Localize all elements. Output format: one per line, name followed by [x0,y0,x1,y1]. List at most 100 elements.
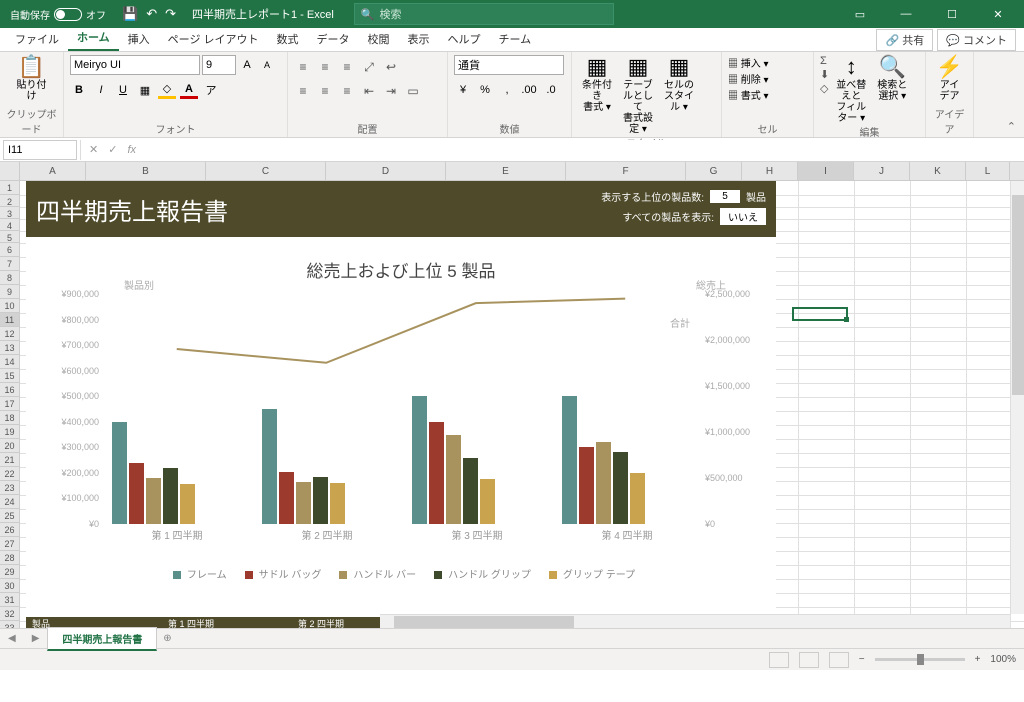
row-header[interactable]: 1 [0,181,19,195]
row-header[interactable]: 21 [0,453,19,467]
row-header[interactable]: 29 [0,565,19,579]
tab-insert[interactable]: 挿入 [119,27,159,51]
indent-decrease-icon[interactable]: ⇤ [360,82,378,100]
chart[interactable]: 総売上および上位 5 製品 製品別 総売上 合計 ¥0¥100,000¥200,… [26,237,776,617]
row-header[interactable]: 28 [0,551,19,565]
shrink-font-icon[interactable]: A [258,56,276,74]
show-all-value[interactable]: いいえ [720,208,766,225]
grow-font-icon[interactable]: A [238,56,256,74]
row-header[interactable]: 31 [0,593,19,607]
number-format-select[interactable] [454,55,564,75]
row-header[interactable]: 25 [0,509,19,523]
row-header[interactable]: 11 [0,313,19,327]
paste-button[interactable]: 📋貼り付け [13,55,51,102]
add-sheet-button[interactable]: ⊕ [157,633,177,644]
select-all-corner[interactable] [0,162,20,180]
row-header[interactable]: 15 [0,369,19,383]
page-break-view-icon[interactable] [829,652,849,668]
sheet-nav-next[interactable]: ▶ [24,633,48,644]
tab-file[interactable]: ファイル [6,27,68,51]
formula-input[interactable] [144,140,1024,160]
align-top-icon[interactable]: ≡ [294,58,312,76]
tab-home[interactable]: ホーム [68,25,119,51]
page-layout-view-icon[interactable] [799,652,819,668]
indent-increase-icon[interactable]: ⇥ [382,82,400,100]
find-select-button[interactable]: 🔍検索と 選択 ▾ [873,55,911,102]
zoom-out-icon[interactable]: − [859,654,865,665]
font-name-select[interactable] [70,55,200,75]
name-box[interactable] [3,140,77,160]
redo-icon[interactable]: ↷ [165,6,176,22]
row-header[interactable]: 12 [0,327,19,341]
row-header[interactable]: 14 [0,355,19,369]
row-header[interactable]: 7 [0,257,19,271]
zoom-level[interactable]: 100% [990,654,1016,665]
maximize-icon[interactable]: ☐ [930,0,974,28]
horizontal-scrollbar[interactable] [380,614,1010,628]
row-header[interactable]: 6 [0,243,19,257]
autosum-icon[interactable]: Σ [820,55,829,67]
row-header[interactable]: 20 [0,439,19,453]
format-cells-button[interactable]: ▦ 書式 ▾ [728,87,769,102]
col-header[interactable]: F [566,162,686,180]
row-header[interactable]: 8 [0,271,19,285]
sheet-tab-active[interactable]: 四半期売上報告書 [47,627,157,651]
top-n-value[interactable]: 5 [710,190,740,203]
col-header[interactable]: J [854,162,910,180]
fill-color-button[interactable]: ◇ [158,81,176,99]
row-header[interactable]: 10 [0,299,19,313]
phonetic-button[interactable]: ア [202,81,220,99]
wrap-text-icon[interactable]: ↩ [382,58,400,76]
col-header[interactable]: D [326,162,446,180]
normal-view-icon[interactable] [769,652,789,668]
conditional-format-button[interactable]: ▦条件付き 書式 ▾ [578,55,616,113]
border-button[interactable]: ▦ [136,81,154,99]
row-header[interactable]: 32 [0,607,19,621]
font-size-select[interactable] [202,55,236,75]
minimize-icon[interactable]: — [884,0,928,28]
col-header[interactable]: E [446,162,566,180]
row-header[interactable]: 22 [0,467,19,481]
vertical-scrollbar[interactable] [1010,181,1024,614]
merge-icon[interactable]: ▭ [404,82,422,100]
undo-icon[interactable]: ↶ [146,6,157,22]
align-bottom-icon[interactable]: ≡ [338,58,356,76]
comments-button[interactable]: 💬 コメント [937,29,1016,51]
cancel-formula-icon[interactable]: ✕ [89,143,98,156]
fx-icon[interactable]: fx [127,144,136,156]
row-header[interactable]: 24 [0,495,19,509]
col-header[interactable]: K [910,162,966,180]
decrease-decimal-icon[interactable]: .0 [542,81,560,99]
col-header[interactable]: G [686,162,742,180]
tab-data[interactable]: データ [308,27,359,51]
row-header[interactable]: 26 [0,523,19,537]
insert-cells-button[interactable]: ▦ 挿入 ▾ [728,55,769,70]
spreadsheet-grid[interactable]: A B C D E F G H I J K L 1234567891011121… [0,162,1024,628]
save-icon[interactable]: 💾 [122,6,138,22]
tab-review[interactable]: 校閲 [359,27,399,51]
currency-icon[interactable]: ¥ [454,81,472,99]
orientation-icon[interactable]: ⤢ [360,58,378,76]
col-header[interactable]: L [966,162,1010,180]
search-box[interactable]: 🔍 検索 [354,3,614,25]
zoom-slider[interactable] [875,658,965,661]
increase-decimal-icon[interactable]: .00 [520,81,538,99]
align-right-icon[interactable]: ≡ [338,82,356,100]
autosave-toggle[interactable]: 自動保存 オフ [4,7,112,22]
zoom-in-icon[interactable]: + [975,654,981,665]
row-header[interactable]: 18 [0,411,19,425]
sheet-nav-prev[interactable]: ◀ [0,633,24,644]
delete-cells-button[interactable]: ▦ 削除 ▾ [728,71,769,86]
percent-icon[interactable]: % [476,81,494,99]
underline-button[interactable]: U [114,81,132,99]
row-header[interactable]: 13 [0,341,19,355]
tab-pagelayout[interactable]: ページ レイアウト [159,27,268,51]
align-middle-icon[interactable]: ≡ [316,58,334,76]
row-header[interactable]: 9 [0,285,19,299]
row-header[interactable]: 19 [0,425,19,439]
col-header[interactable]: H [742,162,798,180]
italic-button[interactable]: I [92,81,110,99]
col-header[interactable]: I [798,162,854,180]
row-header[interactable]: 23 [0,481,19,495]
tab-team[interactable]: チーム [490,27,541,51]
